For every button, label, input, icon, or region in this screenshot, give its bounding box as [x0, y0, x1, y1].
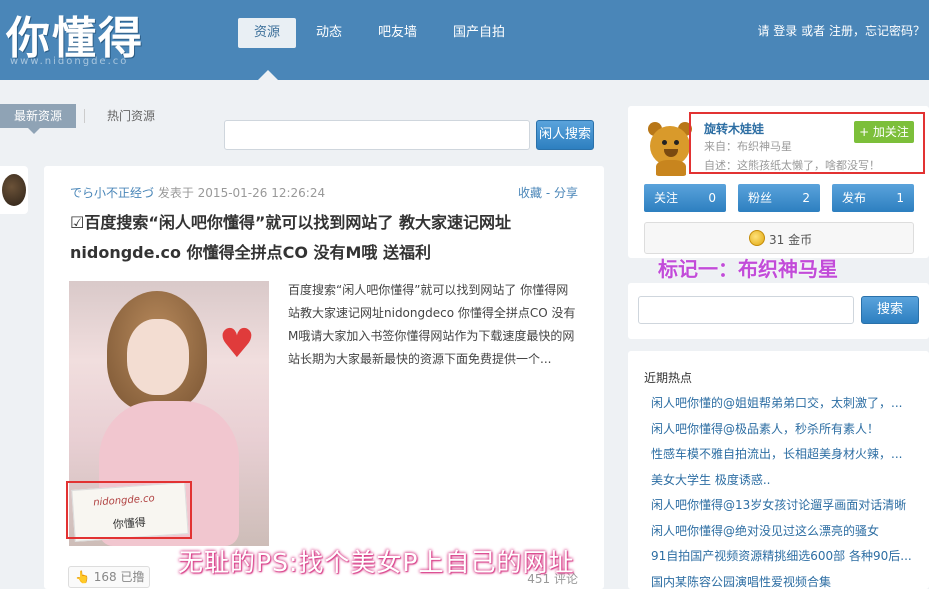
site-logo-url: www.nidongde.co — [10, 56, 129, 67]
like-button[interactable]: 👆 168 已撸 — [68, 566, 150, 588]
hot-topic-item[interactable]: 美女大学生 极度诱惑.. — [651, 471, 912, 497]
hot-topics-list: 闲人吧你懂的@姐姐帮弟弟口交，太刺激了，... 闲人吧你懂得@极品素人，秒杀所有… — [651, 394, 912, 589]
bear-eye — [662, 140, 667, 145]
nav-active-caret — [258, 70, 278, 80]
annotation-caption: 无耻的PS:找个美女P上自己的网址 — [178, 548, 575, 577]
post-actions: 收藏 - 分享 — [518, 184, 578, 201]
hot-topic-item[interactable]: 性感车模不雅自拍流出，长相超美身材火辣，... — [651, 445, 912, 471]
nav-activity[interactable]: 动态 — [300, 18, 358, 48]
follow-button[interactable]: + 加关注 — [854, 121, 914, 143]
hot-topic-item[interactable]: 闲人吧你懂得@13岁女孩讨论遛孚画面对话清晰 — [651, 496, 912, 522]
post-author[interactable]: でら小不正经づ — [70, 186, 154, 200]
content-tabs: 最新资源 热门资源 — [0, 104, 169, 128]
stat-posts[interactable]: 发布 1 — [832, 184, 914, 212]
image-face-shape — [127, 319, 189, 395]
user-name[interactable]: 旋转木娃娃 — [704, 120, 764, 137]
bear-avatar-icon[interactable] — [640, 116, 696, 176]
nav-friends-wall[interactable]: 吧友墙 — [362, 18, 433, 48]
hot-topic-item[interactable]: 闲人吧你懂的@姐姐帮弟弟口交，太刺激了，... — [651, 394, 912, 420]
stat-following[interactable]: 关注 0 — [644, 184, 726, 212]
heart-icon: ♥ — [219, 321, 255, 367]
hot-topic-item[interactable]: 国内某陈容公园演唱性爱视频合集 — [651, 573, 912, 589]
search-input[interactable] — [224, 120, 530, 150]
login-or: 或者 — [801, 24, 826, 38]
hot-topics-title: 近期热点 — [644, 371, 693, 385]
user-from: 来自：布织神马星 — [704, 140, 792, 153]
tab-latest[interactable]: 最新资源 — [0, 104, 77, 128]
top-header: 你懂得 www.nidongde.co 资源 动态 吧友墙 国产自拍 请 登录 … — [0, 0, 929, 80]
thumb-icon: 👆 — [75, 570, 90, 584]
side-search-button[interactable]: 搜索 — [861, 296, 919, 324]
nav-resources[interactable]: 资源 — [238, 18, 297, 48]
collect-link[interactable]: 收藏 — [518, 186, 542, 200]
login-prefix: 请 — [757, 24, 770, 38]
hot-topic-item[interactable]: 闲人吧你懂得@极品素人，秒杀所有素人！ — [651, 420, 912, 446]
stat-value: 0 — [708, 191, 716, 205]
stat-followers[interactable]: 粉丝 2 — [738, 184, 820, 212]
post-meta: でら小不正经づ 发表于 2015-01-26 12:26:24 — [70, 184, 325, 201]
bear-body — [656, 160, 686, 176]
search-button[interactable]: 闲人搜索 — [536, 120, 594, 150]
post-title[interactable]: ☑百度搜索“闲人吧你懂得”就可以找到网站了 教大家速记网址 nidongde.c… — [70, 208, 590, 268]
register-link[interactable]: 注册 — [829, 24, 853, 38]
tab-divider — [84, 109, 86, 123]
login-link[interactable]: 登录 — [773, 24, 797, 38]
bear-eye — [674, 140, 679, 145]
forgot-password-link[interactable]: ，忘记密码？ — [853, 24, 925, 38]
share-link[interactable]: 分享 — [554, 186, 578, 200]
user-description: 自述：这熊孩纸太懒了，啥都没写！ — [704, 159, 880, 172]
like-count: 168 已撸 — [93, 570, 145, 584]
stat-label: 粉丝 — [748, 191, 773, 205]
coin-balance: 31 金币 — [644, 222, 914, 254]
image-highlight-box — [66, 481, 192, 539]
stat-label: 发布 — [842, 191, 867, 205]
coin-text: 31 金币 — [769, 233, 813, 247]
post-time: 发表于 2015-01-26 12:26:24 — [157, 186, 326, 200]
coin-icon — [749, 230, 765, 246]
post-excerpt: 百度搜索“闲人吧你懂得”就可以找到网站了 你懂得网站教大家速记网址nidongd… — [288, 283, 576, 366]
side-search-input[interactable] — [638, 296, 854, 324]
main-nav: 资源 动态 吧友墙 国产自拍 — [238, 18, 525, 48]
stat-value: 2 — [802, 191, 810, 205]
action-separator: - — [545, 186, 551, 200]
avatar-image — [2, 174, 26, 206]
login-area: 请 登录 或者 注册，忘记密码？ — [757, 22, 925, 39]
nav-selfie[interactable]: 国产自拍 — [437, 18, 521, 48]
hot-topic-item[interactable]: 闲人吧你懂得@绝对没见过这么漂亮的骚女 — [651, 522, 912, 548]
stat-label: 关注 — [654, 191, 679, 205]
annotation-mark: 标记一：布织神马星 — [658, 257, 838, 281]
author-avatar[interactable] — [0, 166, 28, 214]
tab-active-caret — [28, 128, 40, 134]
hot-topic-item[interactable]: 91自拍国产视频资源精挑细选600部 各种90后... — [651, 547, 912, 573]
tab-popular[interactable]: 热门资源 — [93, 104, 169, 128]
stat-value: 1 — [896, 191, 904, 205]
